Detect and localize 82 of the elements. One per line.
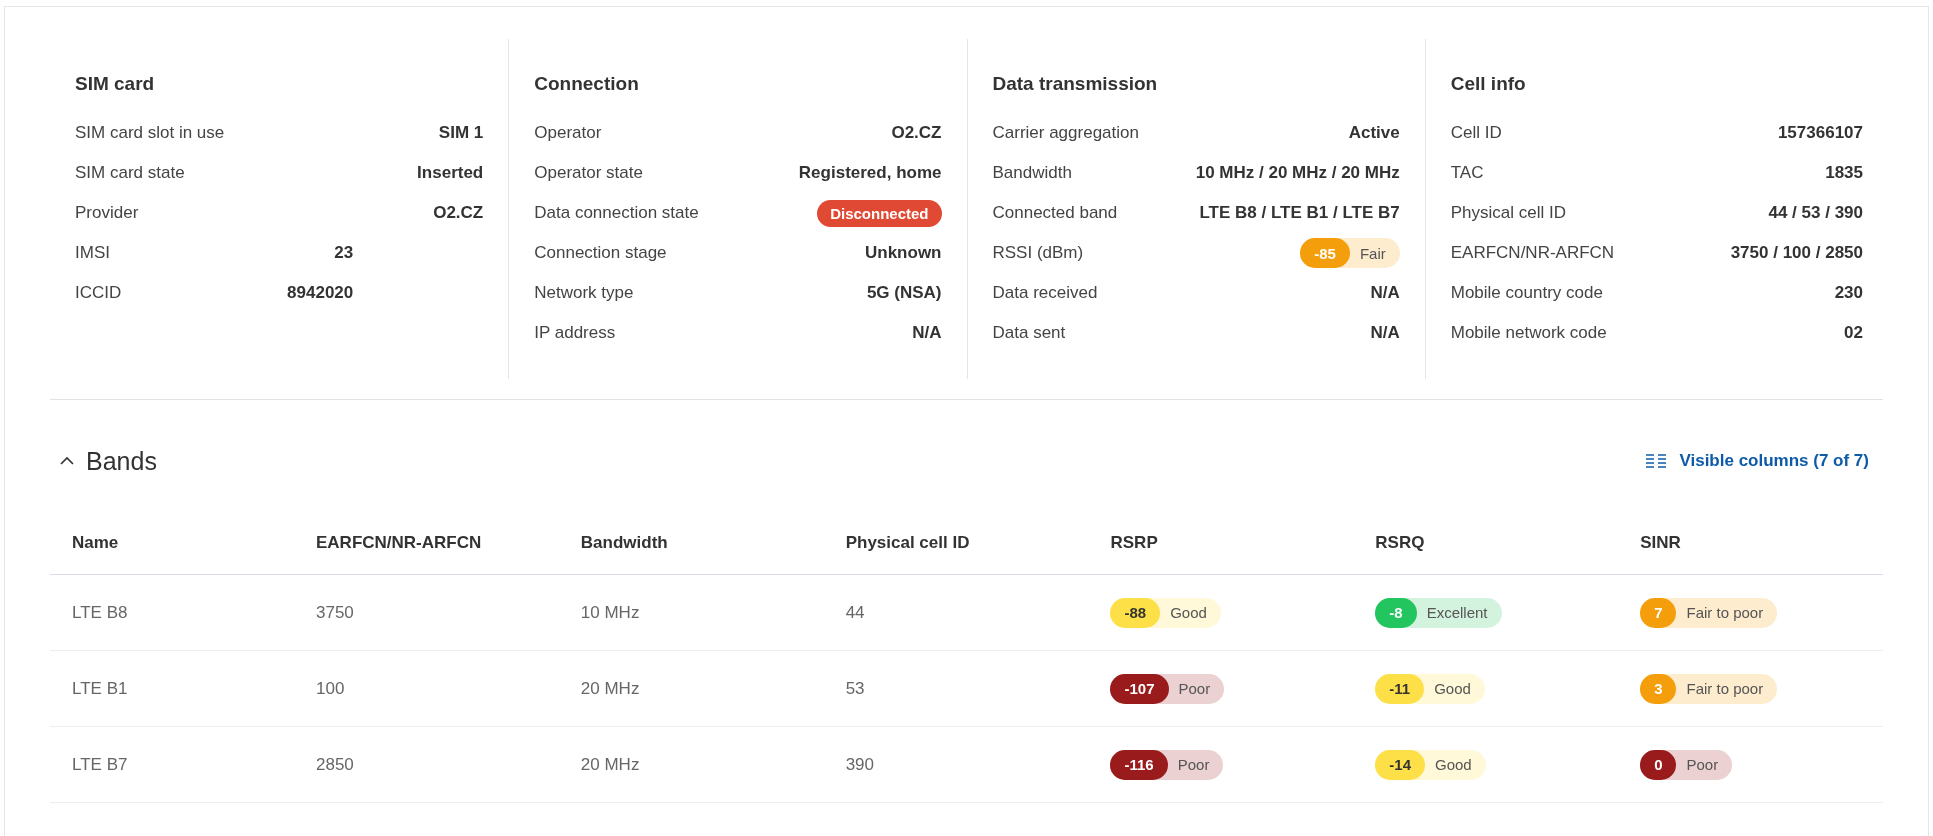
column-header: EARFCN/NR-ARFCN [294,512,559,575]
field-label: Connected band [992,203,1118,223]
field-value: 1835 [1825,163,1863,183]
signal-badge: -107 Poor [1110,673,1225,704]
column-header: Name [50,512,294,575]
column-header: RSRQ [1353,512,1619,575]
field-label: TAC [1450,163,1484,183]
column-header: RSRP [1088,512,1354,575]
field-value: Inserted [417,163,484,183]
field-value: N/A [912,323,942,343]
field-value: 3750 / 100 / 2850 [1730,243,1863,263]
table-cell: 10 MHz [580,602,640,622]
field-value: 44 / 53 / 390 [1768,203,1863,223]
signal-badge: -11 Good [1375,673,1485,704]
field-value: N/A [1370,283,1400,303]
field-value: 8942020 [287,283,354,303]
table-cell: 44 [845,602,865,622]
signal-badge: -88 Good [1110,597,1221,628]
signal-badge: -8 Excellent [1375,597,1502,628]
table-cell: LTE B7 [72,754,128,774]
field-value: LTE B8 / LTE B1 / LTE B7 [1199,203,1400,223]
field-label: ICCID [75,283,122,303]
signal-badge: 3 Fair to poor [1640,673,1778,704]
column-header: Bandwidth [558,512,824,575]
table-cell: 53 [845,678,865,698]
field-label: Data sent [992,323,1066,343]
field-value: O2.CZ [433,203,484,223]
field-label: Mobile network code [1450,323,1607,343]
table-cell: 390 [845,754,875,774]
field-label: Carrier aggregation [992,123,1139,143]
field-value: O2.CZ [891,123,942,143]
table-cell: 2850 [316,754,354,774]
field-label: Data connection state [534,203,699,223]
chevron-up-icon [60,456,74,466]
field-value: 10 MHz / 20 MHz / 20 MHz [1195,163,1400,183]
status-badge: Disconnected [817,199,942,227]
table-cell: 100 [316,678,345,698]
table-cell: 3750 [316,602,354,622]
table-cell: 20 MHz [580,678,640,698]
field-value: SIM 1 [438,123,484,143]
table-cell: LTE B8 [72,602,128,622]
section-title: Cell info [1450,73,1527,95]
field-label: Mobile country code [1450,283,1603,303]
section-heading: Bands [86,446,157,476]
field-label: SIM card slot in use [75,123,225,143]
field-label: Data received [992,283,1098,303]
field-label: Connection stage [534,243,667,263]
section-title: Data transmission [992,73,1159,95]
signal-badge: -116 Poor [1110,749,1224,780]
field-value: Unknown [865,243,942,263]
table-cell: LTE B1 [72,678,128,698]
signal-badge: 7 Fair to poor [1640,597,1778,628]
signal-badge: -14 Good [1375,749,1486,780]
signal-badge: 0 Poor [1640,749,1733,780]
section-title: SIM card [75,73,156,95]
field-label: Cell ID [1450,123,1502,143]
field-label: Network type [534,283,634,303]
field-value: 230 [1834,283,1863,303]
field-label: IMSI [75,243,110,263]
field-value: Active [1348,123,1400,143]
field-label: Operator state [534,163,643,183]
field-label: Operator [534,123,602,143]
column-header: Physical cell ID [823,512,1089,575]
field-value: 5G (NSA) [866,283,942,303]
column-header: SINR [1618,512,1883,575]
visible-columns-link[interactable]: Visible columns (7 of 7) [1645,451,1869,471]
field-label: EARFCN/NR-ARFCN [1450,243,1615,263]
signal-badge: -85 Fair [1300,238,1400,268]
field-value: Registered, home [798,163,942,183]
field-label: IP address [534,323,616,343]
table-cell: 20 MHz [580,754,640,774]
field-value: 157366107 [1777,123,1863,143]
columns-icon [1645,454,1668,468]
field-value: 23 [334,243,354,263]
section-title: Connection [534,73,640,95]
field-value: 02 [1844,323,1863,343]
field-label: RSSI (dBm) [992,243,1084,263]
field-label: Provider [75,203,139,223]
field-value: N/A [1370,323,1400,343]
field-label: SIM card state [75,163,185,183]
field-label: Physical cell ID [1450,203,1566,223]
field-label: Bandwidth [992,163,1072,183]
